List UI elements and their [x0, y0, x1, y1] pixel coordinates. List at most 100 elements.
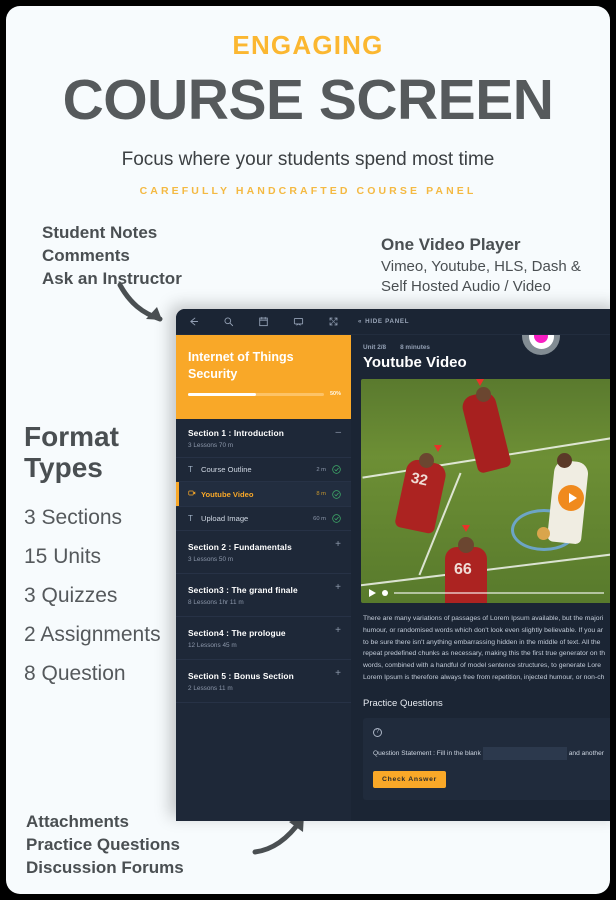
- course-progress: 50%: [188, 391, 341, 397]
- progress-fill: [188, 392, 256, 396]
- annotation-line: Vimeo, Youtube, HLS, Dash &: [381, 257, 581, 275]
- play-icon[interactable]: [369, 589, 376, 597]
- expand-toggle-icon[interactable]: +: [335, 626, 341, 636]
- help-circle-icon[interactable]: ?: [373, 727, 382, 737]
- search-icon[interactable]: [211, 309, 246, 335]
- text-icon: T: [188, 465, 193, 474]
- annotation-line: Student Notes: [42, 223, 158, 242]
- cursor-dot: [534, 335, 548, 343]
- toolbar-icon-group: [176, 309, 351, 335]
- annotation-heading: One Video Player: [381, 235, 521, 254]
- sidebar-section-5[interactable]: Section 5 : Bonus Section 2 Lessons 11 m…: [176, 660, 351, 703]
- annotation-line: Attachments: [26, 812, 129, 831]
- section-title: Section 2 : Fundamentals: [188, 542, 292, 552]
- check-circle-icon: [332, 465, 341, 474]
- format-list: 3 Sections 15 Units 3 Quizzes 2 Assignme…: [24, 506, 161, 686]
- sidebar-section-1[interactable]: Section 1 : Introduction 3 Lessons 70 m …: [176, 419, 351, 458]
- lesson-duration: 60 m: [313, 515, 326, 522]
- collapse-toggle-icon[interactable]: –: [335, 428, 341, 438]
- answer-input[interactable]: [482, 746, 567, 760]
- app-toolbar: « HIDE PANEL: [176, 309, 610, 335]
- lesson-name: Youtube Video: [201, 489, 254, 499]
- video-icon: [188, 489, 201, 499]
- paragraph-line: to be sure there isn't anything embarras…: [363, 638, 601, 646]
- section-title: Section 1 : Introduction: [188, 428, 284, 438]
- page-subtitle: Focus where your students spend most tim…: [121, 149, 495, 170]
- play-overlay-button[interactable]: [558, 485, 584, 511]
- section-meta: 3 Lessons 70 m: [188, 442, 234, 449]
- paragraph-line: words, combined with a handful of model …: [363, 662, 602, 670]
- unit-meta: Unit 2/8 8 minutes: [363, 344, 610, 351]
- poster-canvas: ENGAGING COURSE SCREEN Focus where your …: [6, 6, 610, 894]
- progress-track: [188, 392, 324, 396]
- section-title: Section3 : The grand finale: [188, 585, 298, 595]
- hide-panel-button[interactable]: « HIDE PANEL: [351, 318, 409, 325]
- list-item-active[interactable]: Youtube Video 8 m: [176, 482, 351, 507]
- section-title: Section 5 : Bonus Section: [188, 671, 294, 681]
- annotation-line: Discussion Forums: [26, 857, 184, 877]
- question-row: Question Statement : Fill in the blank a…: [373, 746, 610, 760]
- annotation-format-types: Format Types 3 Sections 15 Units 3 Quizz…: [24, 421, 161, 701]
- sidebar-section-4[interactable]: Section4 : The prologue 12 Lessons 45 m …: [176, 617, 351, 660]
- cursor-ring: [528, 335, 554, 349]
- jersey-number-32: 32: [409, 469, 430, 490]
- section-title: Section4 : The prologue: [188, 628, 286, 638]
- unit-header: Unit 2/8 8 minutes Youtube Video: [351, 335, 610, 371]
- scrubber-handle[interactable]: [382, 590, 388, 596]
- app-body: Internet of Things Security 50% Section …: [176, 335, 610, 821]
- arrow-down-right-icon: [117, 282, 163, 322]
- section-meta: 3 Lessons 50 m: [188, 556, 234, 563]
- seek-bar[interactable]: [394, 592, 604, 594]
- paragraph-line: repeat predefined chunks as necessary, m…: [363, 650, 606, 658]
- format-heading-line1: Format: [24, 421, 119, 452]
- page-kicker: CAREFULLY HANDCRAFTED COURSE PANEL: [139, 185, 477, 197]
- unit-title: Youtube Video: [363, 354, 467, 371]
- lesson-name: Upload Image: [201, 514, 249, 523]
- sidebar-section-2[interactable]: Section 2 : Fundamentals 3 Lessons 50 m …: [176, 531, 351, 574]
- list-item: 8 Question: [24, 661, 126, 685]
- video-player[interactable]: 32 66: [361, 379, 610, 603]
- chevron-left-double-icon: «: [358, 318, 363, 325]
- expand-toggle-icon[interactable]: +: [335, 669, 341, 679]
- expand-toggle-icon[interactable]: +: [335, 540, 341, 550]
- annotation-top-right: One Video Player Vimeo, Youtube, HLS, Da…: [381, 234, 581, 297]
- check-answer-button[interactable]: Check Answer: [373, 770, 446, 788]
- video-controls[interactable]: [361, 589, 610, 597]
- course-sidebar: Internet of Things Security 50% Section …: [176, 335, 351, 821]
- lesson-content-panel: Unit 2/8 8 minutes Youtube Video 32 66 T…: [351, 335, 610, 821]
- unit-index-label: Unit 2/8: [363, 344, 387, 351]
- check-circle-icon: [332, 489, 341, 499]
- list-item: 2 Assignments: [24, 622, 161, 646]
- practice-questions-heading: Practice Questions: [363, 697, 443, 709]
- notes-icon[interactable]: [246, 309, 281, 335]
- lesson-paragraph: There are many variations of passages of…: [351, 613, 610, 684]
- course-title-line1: Internet of Things: [188, 350, 294, 364]
- player-white-head: [557, 453, 572, 468]
- course-title: Internet of Things Security: [188, 349, 339, 382]
- back-arrow-icon[interactable]: [176, 309, 211, 335]
- fullscreen-icon[interactable]: [316, 309, 351, 335]
- list-item: 3 Quizzes: [24, 583, 118, 607]
- paragraph-line: humour, or randomised words which don't …: [363, 626, 604, 634]
- expand-toggle-icon[interactable]: +: [335, 583, 341, 593]
- eyebrow-text: ENGAGING: [232, 30, 384, 60]
- player-red-66-head: [458, 537, 474, 553]
- page-title: COURSE SCREEN: [62, 68, 554, 132]
- course-app-window: « HIDE PANEL Internet of Things Security: [176, 309, 610, 821]
- list-item[interactable]: T Upload Image 60 m: [176, 507, 351, 531]
- sidebar-section-3[interactable]: Section3 : The grand finale 8 Lessons 1h…: [176, 574, 351, 617]
- section-meta: 12 Lessons 45 m: [188, 642, 237, 649]
- tracking-marker-icon: [434, 445, 442, 452]
- ball: [537, 527, 550, 540]
- jersey-number-66: 66: [454, 561, 472, 578]
- progress-percent-label: 50%: [329, 391, 341, 397]
- comment-icon[interactable]: [281, 309, 316, 335]
- lesson-duration: 2 m: [316, 466, 326, 473]
- list-item: 3 Sections: [24, 505, 123, 529]
- player-red-1-head: [476, 387, 491, 402]
- hide-panel-label: HIDE PANEL: [365, 318, 410, 325]
- annotation-line: Self Hosted Audio / Video: [381, 277, 551, 295]
- unit-duration-label: 8 minutes: [400, 344, 430, 351]
- list-item[interactable]: T Course Outline 2 m: [176, 458, 351, 482]
- course-header: Internet of Things Security 50%: [176, 335, 351, 419]
